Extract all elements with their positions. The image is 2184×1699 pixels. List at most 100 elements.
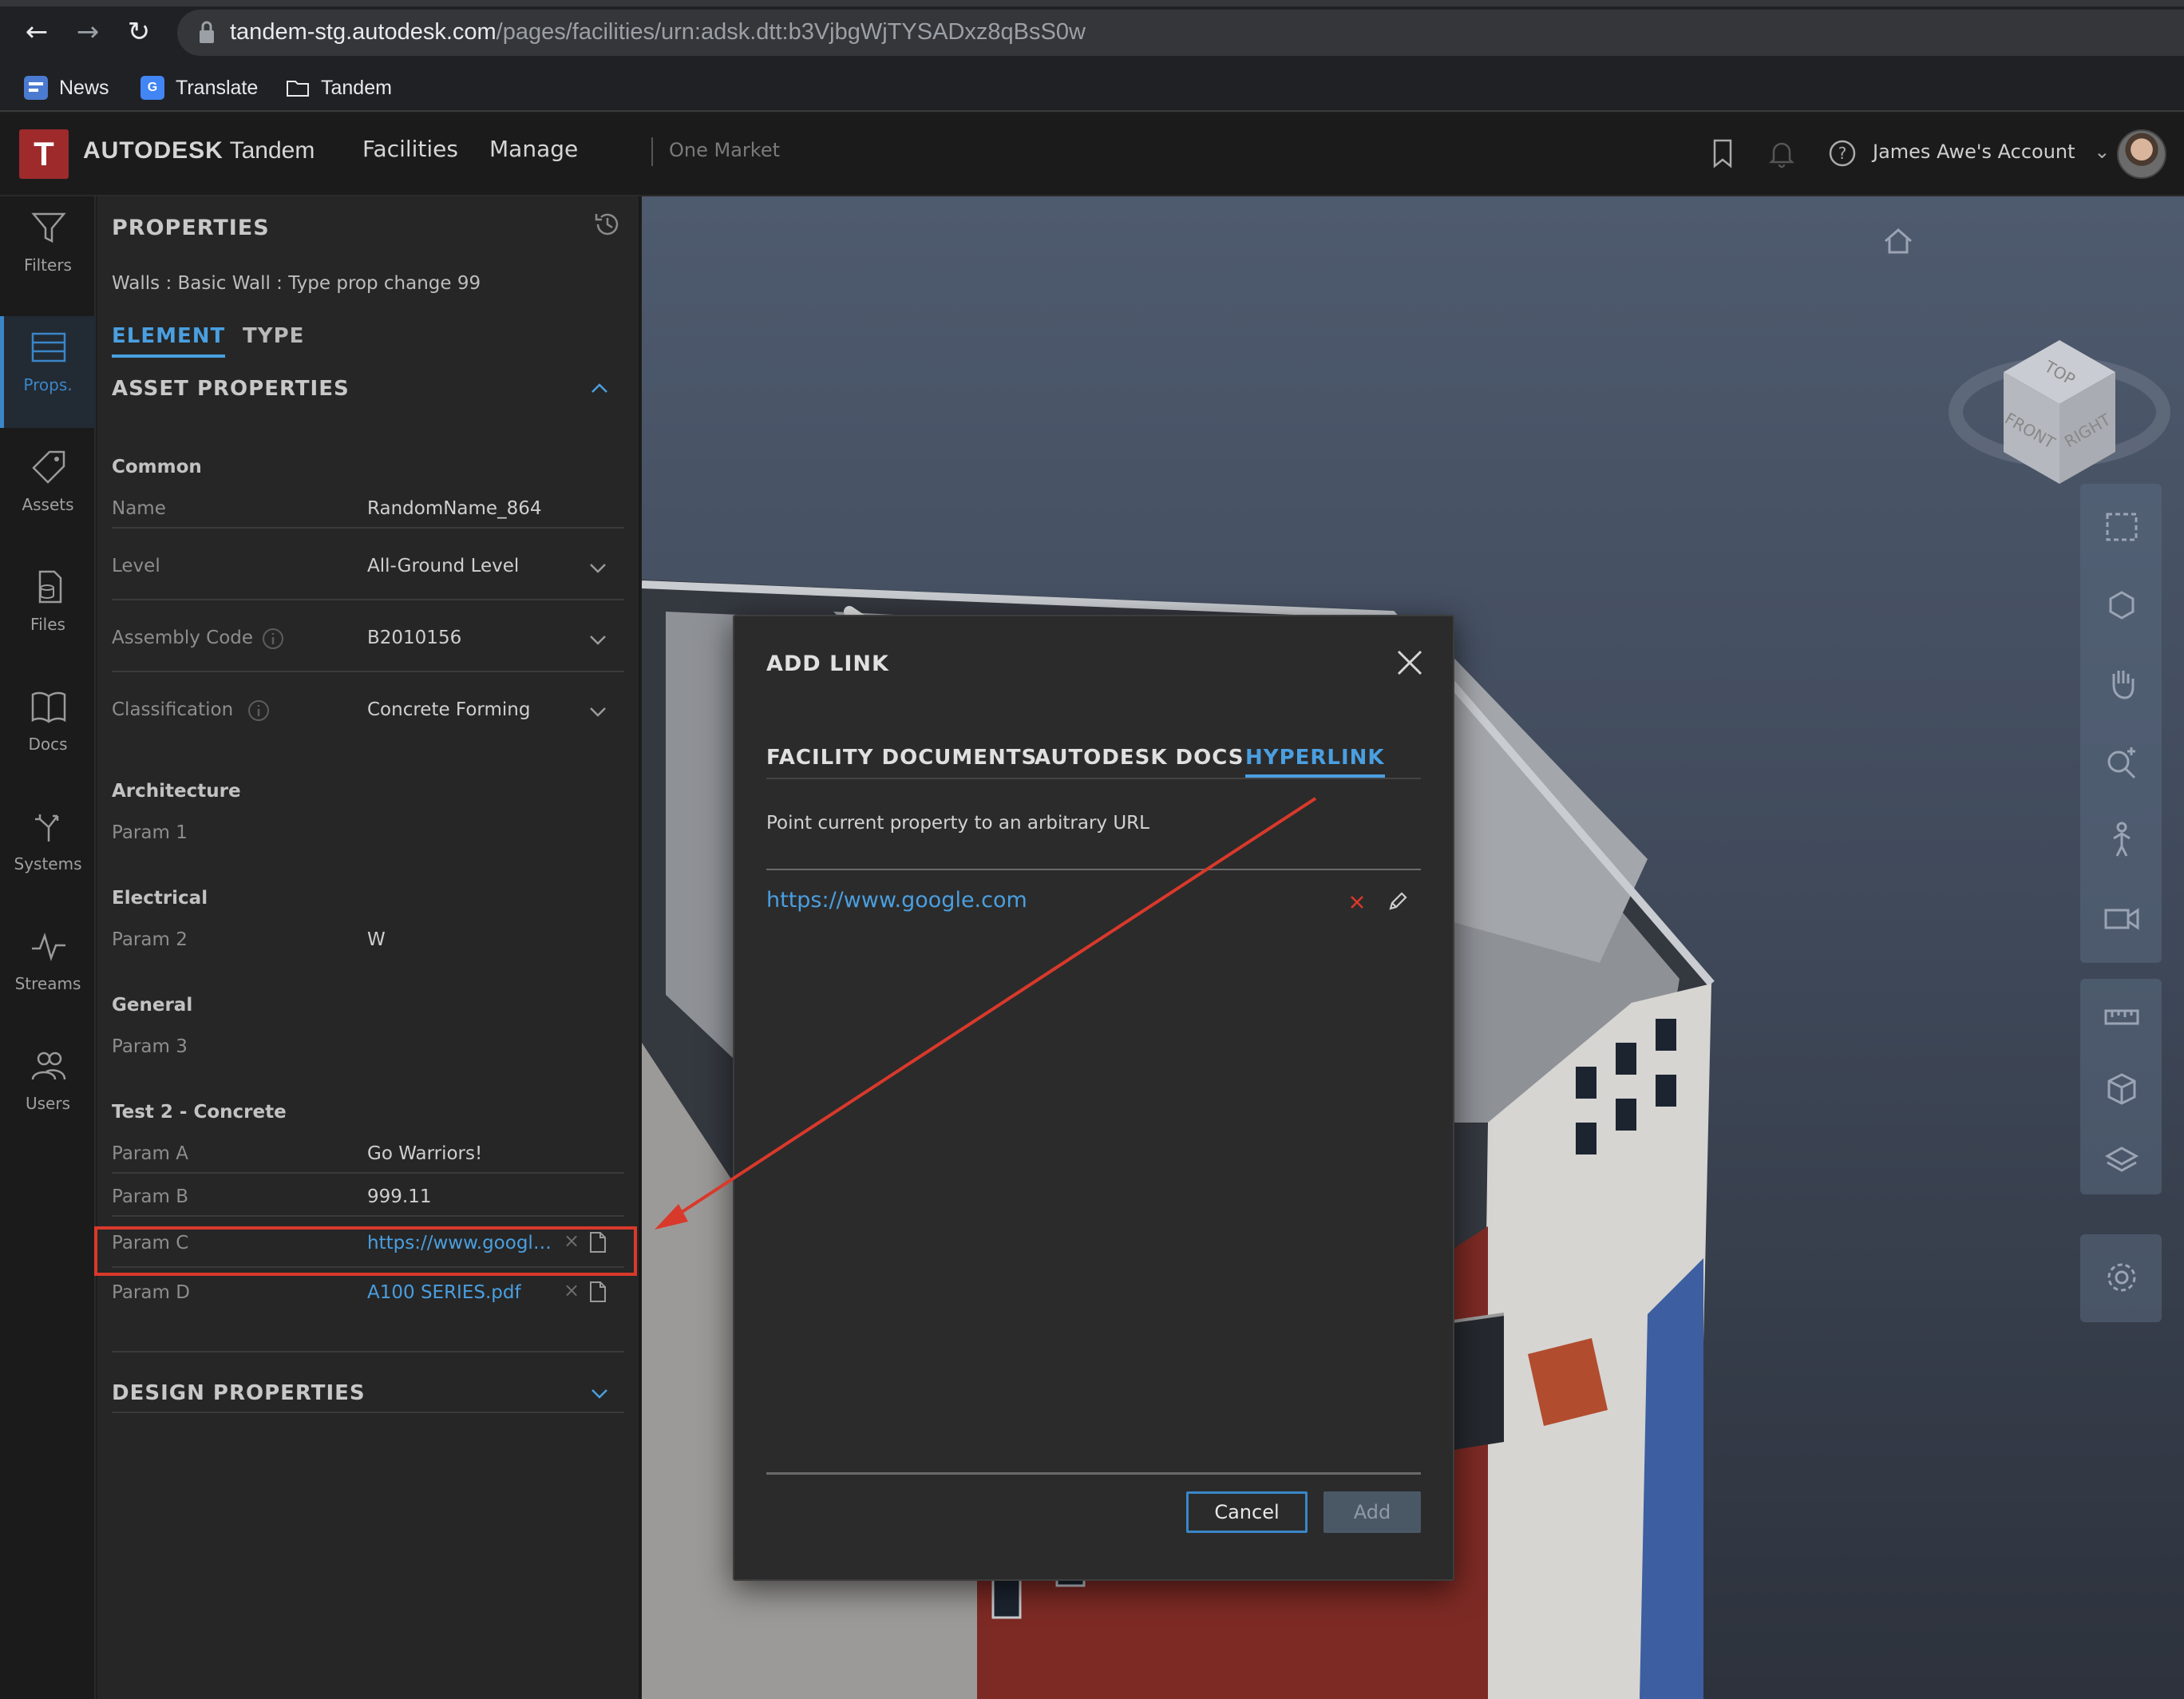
account-name: James Awe's Account (1873, 141, 2075, 163)
rail-item-filters[interactable]: Filters (0, 196, 96, 308)
avatar[interactable] (2117, 129, 2166, 179)
section-divider (112, 1351, 624, 1352)
viewer-toolbar (2080, 484, 2162, 963)
asset-properties-header[interactable]: ASSET PROPERTIES (112, 377, 350, 401)
tab-hyperlink[interactable]: HYPERLINK (1245, 746, 1385, 778)
history-icon[interactable] (592, 209, 623, 240)
url-field-divider (766, 869, 1421, 870)
settings-gear-icon[interactable] (2103, 1258, 2141, 1297)
brand-name: AUTODESK (83, 137, 224, 164)
cancel-button[interactable]: Cancel (1186, 1491, 1308, 1533)
orbit-icon[interactable] (2103, 586, 2141, 624)
reload-icon[interactable]: ↻ (121, 14, 156, 50)
chevron-down-icon[interactable] (589, 1383, 610, 1404)
bookmark-translate[interactable]: G Translate (140, 72, 258, 104)
camera-icon[interactable] (2103, 899, 2141, 937)
prop-value-param-a[interactable]: Go Warriors! (367, 1143, 482, 1164)
dialog-description: Point current property to an arbitrary U… (766, 813, 1149, 834)
rail-label: Users (25, 1094, 70, 1113)
prop-value-assembly-code[interactable]: B2010156 (367, 628, 461, 648)
group-common: Common (112, 457, 202, 477)
rail-item-docs[interactable]: Docs (0, 675, 96, 787)
row-divider (112, 1215, 624, 1217)
prop-label-param-3: Param 3 (112, 1036, 188, 1057)
rail-label: Systems (14, 854, 82, 873)
prop-label-param-1: Param 1 (112, 822, 188, 843)
info-icon[interactable] (247, 699, 270, 722)
box-select-icon[interactable] (2103, 508, 2141, 546)
add-link-dialog: ADD LINK FACILITY DOCUMENTS AUTODESK DOC… (733, 615, 1454, 1581)
group-architecture: Architecture (112, 781, 241, 802)
document-icon[interactable] (589, 1281, 607, 1303)
chevron-down-icon[interactable] (588, 557, 608, 578)
rail-item-systems[interactable]: Systems (0, 795, 96, 907)
prop-value-classification[interactable]: Concrete Forming (367, 699, 530, 720)
chevron-up-icon[interactable] (589, 378, 610, 399)
walk-person-icon[interactable] (2103, 821, 2141, 859)
rail-item-streams[interactable]: Streams (0, 915, 96, 1027)
measure-icon[interactable] (2103, 998, 2141, 1036)
rail-label: Props. (23, 375, 73, 394)
tab-type[interactable]: TYPE (243, 324, 304, 348)
nav-manage[interactable]: Manage (489, 136, 578, 162)
prop-label-assembly-code: Assembly Code (112, 628, 254, 648)
viewer-toolbar-secondary (2080, 979, 2162, 1194)
help-icon[interactable]: ? (1826, 137, 1858, 169)
account-menu[interactable]: James Awe's Account ⌄ (1873, 141, 2110, 163)
address-bar[interactable]: tandem-stg.autodesk.com/pages/facilities… (177, 10, 2184, 56)
book-icon (31, 691, 66, 723)
bookmark-tandem[interactable]: Tandem (286, 72, 392, 104)
prop-value-param-b[interactable]: 999.11 (367, 1186, 431, 1207)
remove-icon[interactable] (1346, 891, 1368, 913)
tag-icon (32, 450, 65, 484)
add-button[interactable]: Add (1323, 1491, 1421, 1533)
bookmark-label: Translate (176, 76, 259, 99)
dialog-footer-divider (766, 1472, 1421, 1475)
remove-link-icon[interactable]: × (564, 1279, 580, 1301)
close-icon[interactable] (1394, 647, 1426, 679)
rail-item-assets[interactable]: Assets (0, 436, 96, 548)
pencil-edit-icon[interactable] (1386, 889, 1410, 913)
bookmark-news[interactable]: News (24, 72, 109, 104)
prop-label-param-2: Param 2 (112, 929, 188, 950)
info-icon[interactable] (262, 628, 284, 650)
home-icon[interactable] (1881, 224, 1916, 259)
rail-label: Files (30, 615, 65, 634)
url-path: /pages/facilities/urn:adsk.dtt:b3VjbgWjT… (496, 19, 1086, 45)
facility-name[interactable]: One Market (669, 139, 780, 161)
prop-value-name[interactable]: RandomName_864 (367, 498, 541, 519)
tab-element[interactable]: ELEMENT (112, 324, 226, 358)
forward-icon[interactable]: → (70, 14, 105, 50)
tandem-logo[interactable]: T (19, 129, 69, 179)
hyperlink-value[interactable]: https://www.google.com (766, 888, 1027, 913)
tab-autodesk-docs[interactable]: AUTODESK DOCS (1035, 746, 1244, 770)
nav-facilities[interactable]: Facilities (362, 136, 458, 162)
systems-icon (35, 814, 59, 842)
chevron-down-icon[interactable] (588, 629, 608, 650)
chevron-down-icon[interactable] (588, 701, 608, 722)
design-properties-header[interactable]: DESIGN PROPERTIES (112, 1381, 366, 1405)
prop-label-param-a: Param A (112, 1143, 188, 1164)
rail-item-files[interactable]: Files (0, 556, 96, 667)
annotation-highlight-box (94, 1226, 637, 1276)
properties-panel: PROPERTIES Walls : Basic Wall : Type pro… (97, 196, 640, 1699)
left-rail: Filters Props. Assets Files Docs Systems… (0, 196, 96, 1699)
bookmark-icon[interactable] (1707, 137, 1739, 169)
pan-hand-icon[interactable] (2103, 664, 2141, 703)
prop-value-param-2[interactable]: W (367, 929, 386, 950)
prop-link-param-d[interactable]: A100 SERIES.pdf (367, 1282, 521, 1303)
svg-text:?: ? (1838, 144, 1847, 163)
rail-item-users[interactable]: Users (0, 1035, 96, 1147)
back-icon[interactable]: ← (19, 14, 54, 50)
bell-icon[interactable] (1766, 137, 1798, 169)
app-header: T AUTODESK Tandem Facilities Manage One … (0, 113, 2184, 196)
section-box-icon[interactable] (2103, 1070, 2141, 1108)
layers-icon[interactable] (2103, 1142, 2141, 1180)
rail-item-properties[interactable]: Props. (0, 316, 96, 428)
view-cube[interactable]: TOP FRONT RIGHT (1940, 260, 2179, 500)
zoom-icon[interactable] (2103, 743, 2141, 781)
chevron-down-icon: ⌄ (2094, 141, 2111, 163)
prop-value-level[interactable]: All-Ground Level (367, 556, 519, 576)
tab-facility-documents[interactable]: FACILITY DOCUMENTS (766, 746, 1037, 770)
row-divider (112, 599, 624, 600)
